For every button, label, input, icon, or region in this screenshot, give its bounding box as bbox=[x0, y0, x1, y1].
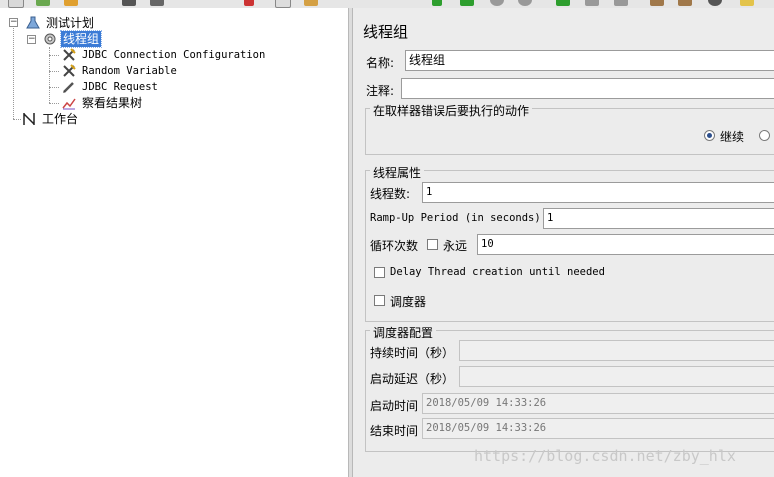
name-label: 名称: bbox=[366, 56, 395, 70]
toolbar bbox=[0, 0, 774, 8]
start-time-field[interactable]: 2018/05/09 14:33:26 bbox=[422, 393, 774, 414]
reset-search-icon[interactable] bbox=[740, 0, 754, 6]
wrench-icon bbox=[62, 64, 76, 78]
save-as-icon[interactable] bbox=[150, 0, 164, 6]
start-icon[interactable] bbox=[432, 0, 442, 6]
thread-group-panel: 线程组 名称: 线程组 注释: 在取样器错误后要执行的动作 继续 线程属性 线程… bbox=[353, 8, 774, 477]
end-time-field[interactable]: 2018/05/09 14:33:26 bbox=[422, 418, 774, 439]
tree-node-label: JDBC Connection Configuration bbox=[82, 49, 266, 61]
comment-field[interactable] bbox=[401, 78, 774, 99]
tree-node-label: 工作台 bbox=[42, 112, 79, 126]
remote-stop-icon[interactable] bbox=[585, 0, 599, 6]
loop-count-field[interactable]: 10 bbox=[477, 234, 774, 255]
loop-count-label: 循环次数 bbox=[370, 239, 419, 253]
scheduler-checkbox[interactable] bbox=[374, 295, 385, 306]
tree-node-label: 察看结果树 bbox=[82, 96, 143, 110]
error-action-legend: 在取样器错误后要执行的动作 bbox=[370, 102, 533, 119]
wrench-icon bbox=[62, 48, 76, 62]
gear-icon bbox=[43, 32, 57, 46]
watermark-text: https://blog.csdn.net/zby_hlx bbox=[474, 447, 736, 465]
test-plan-tree: − − 测试计划 线程组 JDBC Connection Configurati… bbox=[0, 8, 349, 477]
comment-label: 注释: bbox=[366, 84, 395, 98]
save-icon[interactable] bbox=[122, 0, 136, 6]
delay-thread-label: Delay Thread creation until needed bbox=[390, 266, 605, 278]
forever-label: 永远 bbox=[443, 239, 468, 253]
rampup-field[interactable]: 1 bbox=[543, 208, 774, 229]
scheduler-label: 调度器 bbox=[390, 295, 427, 309]
collapse-root-toggle[interactable]: − bbox=[9, 18, 18, 27]
paste-icon[interactable] bbox=[304, 0, 318, 6]
workbench-icon bbox=[22, 112, 36, 126]
shutdown-icon[interactable] bbox=[518, 0, 532, 6]
copy-icon[interactable] bbox=[275, 0, 291, 8]
continue-label: 继续 bbox=[720, 130, 745, 144]
rampup-label: Ramp-Up Period (in seconds): bbox=[370, 212, 548, 224]
scheduler-config-legend: 调度器配置 bbox=[370, 324, 437, 341]
forever-checkbox[interactable] bbox=[427, 239, 438, 250]
tree-node-label: 测试计划 bbox=[46, 16, 95, 30]
chart-icon bbox=[62, 96, 76, 110]
start-time-label: 启动时间 bbox=[370, 399, 419, 413]
stop-icon[interactable] bbox=[490, 0, 504, 6]
panel-title: 线程组 bbox=[363, 23, 409, 41]
thread-properties-legend: 线程属性 bbox=[370, 164, 425, 181]
delay-thread-checkbox[interactable] bbox=[374, 267, 385, 278]
tree-node-label: 线程组 bbox=[59, 30, 103, 48]
tree-node-label: JDBC Request bbox=[82, 81, 158, 93]
new-icon[interactable] bbox=[8, 0, 24, 8]
flask-icon bbox=[26, 16, 40, 30]
threads-field[interactable]: 1 bbox=[422, 182, 774, 203]
end-time-label: 结束时间 bbox=[370, 424, 419, 438]
threads-label: 线程数: bbox=[370, 187, 411, 201]
name-field[interactable]: 线程组 bbox=[405, 50, 774, 71]
collapse-thread-group-toggle[interactable]: − bbox=[27, 35, 36, 44]
start-next-loop-radio[interactable] bbox=[759, 130, 770, 141]
open-icon[interactable] bbox=[64, 0, 78, 6]
search-icon[interactable] bbox=[708, 0, 722, 6]
templates-icon[interactable] bbox=[36, 0, 50, 6]
continue-radio[interactable] bbox=[704, 130, 715, 141]
cut-icon[interactable] bbox=[244, 0, 254, 6]
startup-delay-field[interactable] bbox=[459, 366, 774, 387]
remote-shutdown-icon[interactable] bbox=[614, 0, 628, 6]
clear-icon[interactable] bbox=[650, 0, 664, 6]
remote-start-icon[interactable] bbox=[556, 0, 570, 6]
clear-all-icon[interactable] bbox=[678, 0, 692, 6]
pen-icon bbox=[62, 80, 76, 94]
duration-field[interactable] bbox=[459, 340, 774, 361]
tree-node-label: Random Variable bbox=[82, 65, 177, 77]
start-no-pauses-icon[interactable] bbox=[460, 0, 474, 6]
startup-delay-label: 启动延迟（秒） bbox=[370, 372, 455, 386]
duration-label: 持续时间（秒） bbox=[370, 346, 455, 360]
